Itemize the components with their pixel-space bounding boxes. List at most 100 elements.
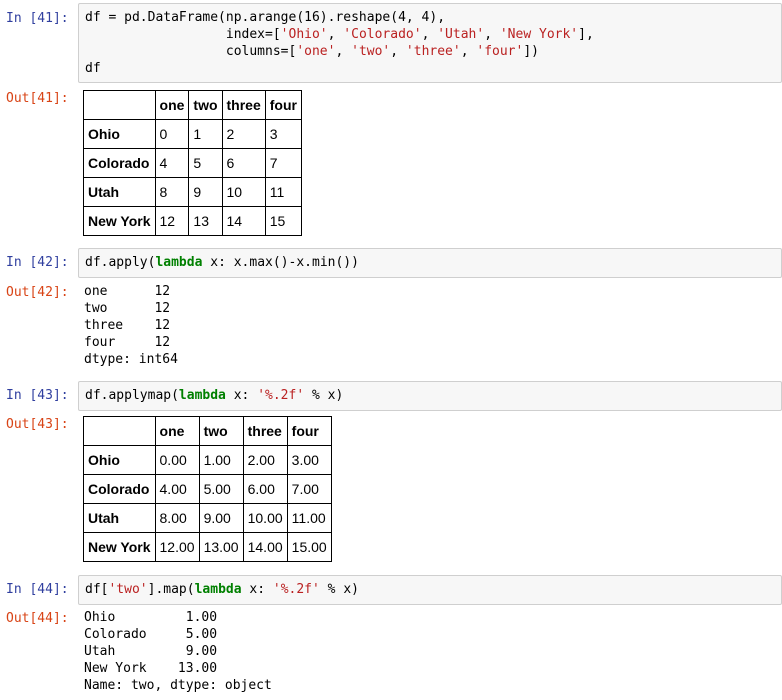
column-header: one (154, 416, 200, 446)
code-token: x: (241, 582, 273, 597)
output-prompt: Out[44]: (6, 611, 69, 626)
row-index-label: Ohio (83, 445, 156, 475)
table-cell: 6 (221, 148, 266, 178)
series-output: one 12 two 12 three 12 four 12 dtype: int64 (84, 283, 178, 368)
code-token: columns=[ (85, 44, 297, 59)
code-line: df.applymap(lambda x: '%.2f' % x) (85, 387, 775, 404)
code-token: , (484, 27, 500, 42)
table-header-row: one two three four (83, 416, 332, 446)
code-token: , (335, 44, 352, 59)
code-token: ].map( (147, 582, 195, 597)
code-token: , (421, 27, 438, 42)
code-string: 'Colorado' (343, 27, 422, 42)
code-token: ], (578, 27, 594, 42)
input-prompt: In [44]: (6, 582, 69, 597)
column-header: three (242, 416, 288, 446)
table-cell: 11.00 (286, 503, 332, 533)
row-index-label: New York (83, 206, 156, 236)
table-cell: 0.00 (154, 445, 200, 475)
table-cell: 14 (221, 206, 266, 236)
code-token: , (327, 27, 344, 42)
code-token: df = pd.DataFrame(np.arange(16).reshape(… (85, 10, 446, 25)
table-cell: 3.00 (286, 445, 332, 475)
code-line: df = pd.DataFrame(np.arange(16).reshape(… (85, 9, 775, 26)
table-cell: 10.00 (242, 503, 288, 533)
output-line: Utah 9.00 (84, 644, 218, 659)
table-cell: 13.00 (198, 532, 244, 562)
table-cell: 9.00 (198, 503, 244, 533)
table-row: New York 12.00 13.00 14.00 15.00 (83, 532, 332, 562)
code-keyword: lambda (194, 582, 242, 597)
code-string: 'Utah' (437, 27, 485, 42)
table-row: Colorado 4.00 5.00 6.00 7.00 (83, 474, 332, 504)
code-string: 'Ohio' (280, 27, 328, 42)
table-row: Ohio 0 1 2 3 (83, 119, 302, 149)
output-line: New York 13.00 (84, 661, 218, 676)
code-token: % x) (319, 582, 359, 597)
code-token: , (390, 44, 406, 59)
table-cell: 3 (264, 119, 302, 149)
input-prompt: In [42]: (6, 255, 69, 270)
code-keyword: lambda (178, 388, 226, 403)
output-prompt: Out[42]: (6, 285, 69, 300)
code-keyword: lambda (155, 255, 203, 270)
output-line: Colorado 5.00 (84, 627, 218, 642)
input-prompt: In [41]: (6, 11, 69, 26)
code-string: 'two' (108, 582, 148, 597)
code-token: df.applymap( (85, 388, 179, 403)
code-token: index=[ (85, 27, 281, 42)
code-input-cell[interactable]: df.apply(lambda x: x.max()-x.min()) (78, 248, 782, 278)
table-cell: 2.00 (242, 445, 288, 475)
dataframe-output: one two three four Ohio 0.00 1.00 2.00 3.00 Color… (83, 416, 332, 562)
code-token: x: x.max()-x.min()) (202, 255, 359, 270)
column-header: four (264, 90, 302, 120)
table-cell: 14.00 (242, 532, 288, 562)
row-index-label: Utah (83, 177, 156, 207)
code-token: df (85, 61, 101, 76)
code-string: 'two' (351, 44, 391, 59)
table-row: Colorado 4 5 6 7 (83, 148, 302, 178)
table-cell: 8 (154, 177, 190, 207)
table-cell: 10 (221, 177, 266, 207)
table-row: Utah 8 9 10 11 (83, 177, 302, 207)
row-index-label: New York (83, 532, 156, 562)
column-header: three (221, 90, 266, 120)
table-cell: 15.00 (286, 532, 332, 562)
code-input-cell[interactable]: df.applymap(lambda x: '%.2f' % x) (78, 381, 782, 411)
code-token: x: (225, 388, 258, 403)
code-string: 'New York' (499, 27, 579, 42)
table-cell: 1.00 (198, 445, 244, 475)
table-cell: 12 (154, 206, 190, 236)
table-cell: 2 (221, 119, 266, 149)
code-token: df.apply( (85, 255, 156, 270)
output-line: four 12 (84, 335, 171, 350)
row-index-label: Colorado (83, 148, 156, 178)
table-cell: 5 (188, 148, 223, 178)
table-cell: 4 (154, 148, 190, 178)
column-header: one (154, 90, 190, 120)
code-line: df['two'].map(lambda x: '%.2f' % x) (85, 581, 775, 598)
table-cell: 15 (264, 206, 302, 236)
output-line: Ohio 1.00 (84, 610, 218, 625)
index-header-cell (83, 416, 156, 446)
table-cell: 6.00 (242, 474, 288, 504)
code-token: % x) (304, 388, 344, 403)
table-row: New York 12 13 14 15 (83, 206, 302, 236)
table-cell: 5.00 (198, 474, 244, 504)
code-line: df.apply(lambda x: x.max()-x.min()) (85, 254, 775, 271)
table-cell: 13 (188, 206, 223, 236)
dataframe-output: one two three four Ohio 0 1 2 3 Colorado 4 5 6 7 Utah 8… (83, 90, 302, 236)
column-header: four (286, 416, 332, 446)
table-header-row: one two three four (83, 90, 302, 120)
output-line: one 12 (84, 284, 171, 299)
code-input-cell[interactable]: df['two'].map(lambda x: '%.2f' % x) (78, 575, 782, 605)
code-string: 'three' (405, 44, 461, 59)
code-input-cell[interactable]: df = pd.DataFrame(np.arange(16).reshape(… (78, 3, 782, 83)
table-cell: 9 (188, 177, 223, 207)
column-header: two (188, 90, 223, 120)
code-string: '%.2f' (272, 582, 320, 597)
table-cell: 0 (154, 119, 190, 149)
row-index-label: Colorado (83, 474, 156, 504)
code-string: '%.2f' (257, 388, 305, 403)
table-cell: 11 (264, 177, 302, 207)
